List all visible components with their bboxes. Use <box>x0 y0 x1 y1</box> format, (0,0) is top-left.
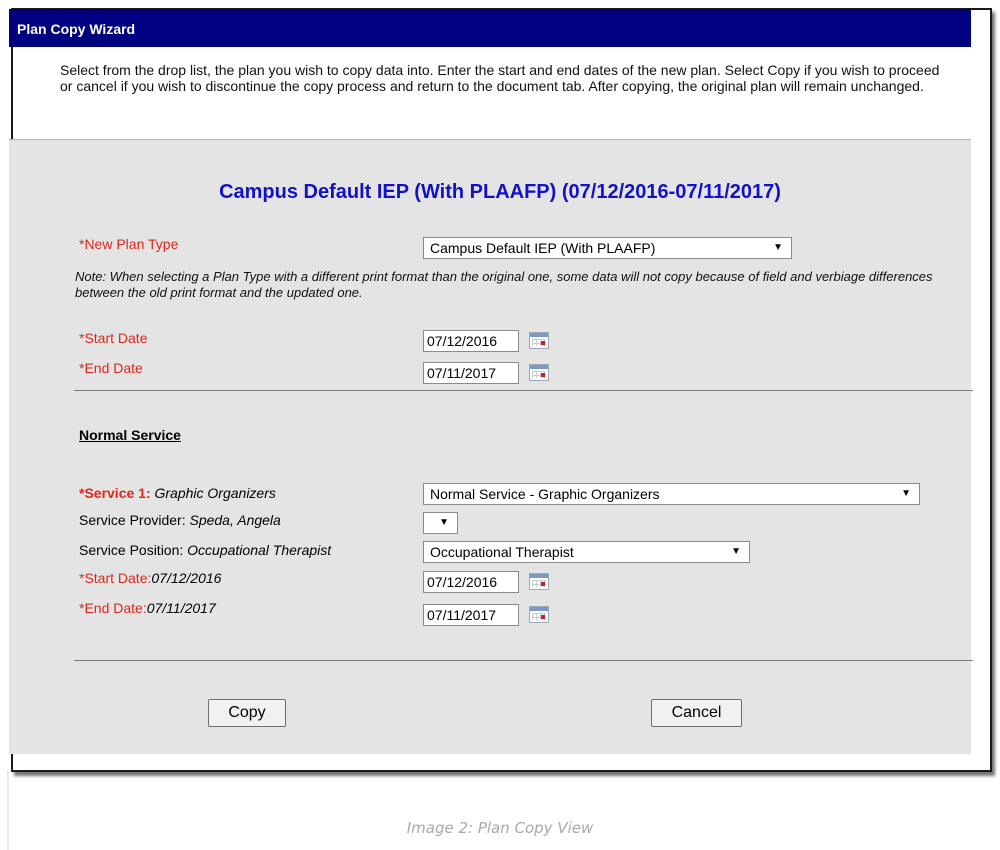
service-end-date-label: *End Date:07/11/2017 <box>79 600 216 616</box>
section-divider <box>74 660 973 661</box>
new-plan-type-select[interactable]: Campus Default IEP (With PLAAFP) ▼ <box>423 237 792 259</box>
calendar-icon[interactable] <box>529 364 549 381</box>
end-date-label: *End Date <box>79 360 143 376</box>
plan-start-date-input[interactable]: 07/12/2016 <box>423 330 519 352</box>
service-1-name: Graphic Organizers <box>154 485 276 501</box>
service-1-label-text: *Service 1: <box>79 485 151 501</box>
service-start-date-input[interactable]: 07/12/2016 <box>423 571 519 593</box>
service-end-date-original: 07/11/2017 <box>146 600 216 616</box>
service-end-date-input[interactable]: 07/11/2017 <box>423 604 519 626</box>
start-date-label: *Start Date <box>79 330 148 346</box>
image-caption: Image 2: Plan Copy View <box>406 819 594 837</box>
chevron-down-icon: ▼ <box>901 488 911 499</box>
service-position-value: Occupational Therapist <box>430 544 574 560</box>
new-plan-type-label: *New Plan Type <box>79 236 179 252</box>
dialog-title-bar: Plan Copy Wizard <box>9 9 971 47</box>
instructions-text: Select from the drop list, the plan you … <box>60 62 940 94</box>
service-1-label: *Service 1: Graphic Organizers <box>79 485 276 501</box>
plan-type-note: Note: When selecting a Plan Type with a … <box>75 269 933 300</box>
page-left-rule <box>7 770 9 850</box>
service-1-select[interactable]: Normal Service - Graphic Organizers ▼ <box>423 483 920 505</box>
calendar-icon[interactable] <box>529 606 549 623</box>
service-1-value: Normal Service - Graphic Organizers <box>430 486 660 502</box>
plan-end-date-input[interactable]: 07/11/2017 <box>423 362 519 384</box>
service-start-date-label: *Start Date:07/12/2016 <box>79 570 221 586</box>
chevron-down-icon: ▼ <box>439 517 449 528</box>
service-start-date-label-text: *Start Date: <box>79 570 152 586</box>
calendar-icon[interactable] <box>529 332 549 349</box>
service-provider-select[interactable]: ▼ <box>423 512 458 534</box>
service-end-date-label-text: *End Date: <box>79 600 147 616</box>
new-plan-type-value: Campus Default IEP (With PLAAFP) <box>430 240 656 256</box>
wizard-form-panel <box>9 139 971 754</box>
chevron-down-icon: ▼ <box>731 546 741 557</box>
service-position-select[interactable]: Occupational Therapist ▼ <box>423 541 750 563</box>
plan-heading: Campus Default IEP (With PLAAFP) (07/12/… <box>219 181 781 203</box>
copy-button[interactable]: Copy <box>208 699 286 727</box>
service-provider-label-text: Service Provider: <box>79 512 186 528</box>
calendar-icon[interactable] <box>529 573 549 590</box>
service-provider-name: Speda, Angela <box>189 512 281 528</box>
service-position-label-text: Service Position: <box>79 542 184 558</box>
service-provider-label: Service Provider: Speda, Angela <box>79 512 281 528</box>
service-position-label: Service Position: Occupational Therapist <box>79 542 331 558</box>
section-divider <box>74 390 973 391</box>
chevron-down-icon: ▼ <box>773 242 783 253</box>
dialog-title: Plan Copy Wizard <box>17 21 136 37</box>
cancel-button[interactable]: Cancel <box>651 699 742 727</box>
service-section-title: Normal Service <box>79 427 181 443</box>
service-position-name: Occupational Therapist <box>187 542 332 558</box>
service-start-date-original: 07/12/2016 <box>151 570 222 586</box>
